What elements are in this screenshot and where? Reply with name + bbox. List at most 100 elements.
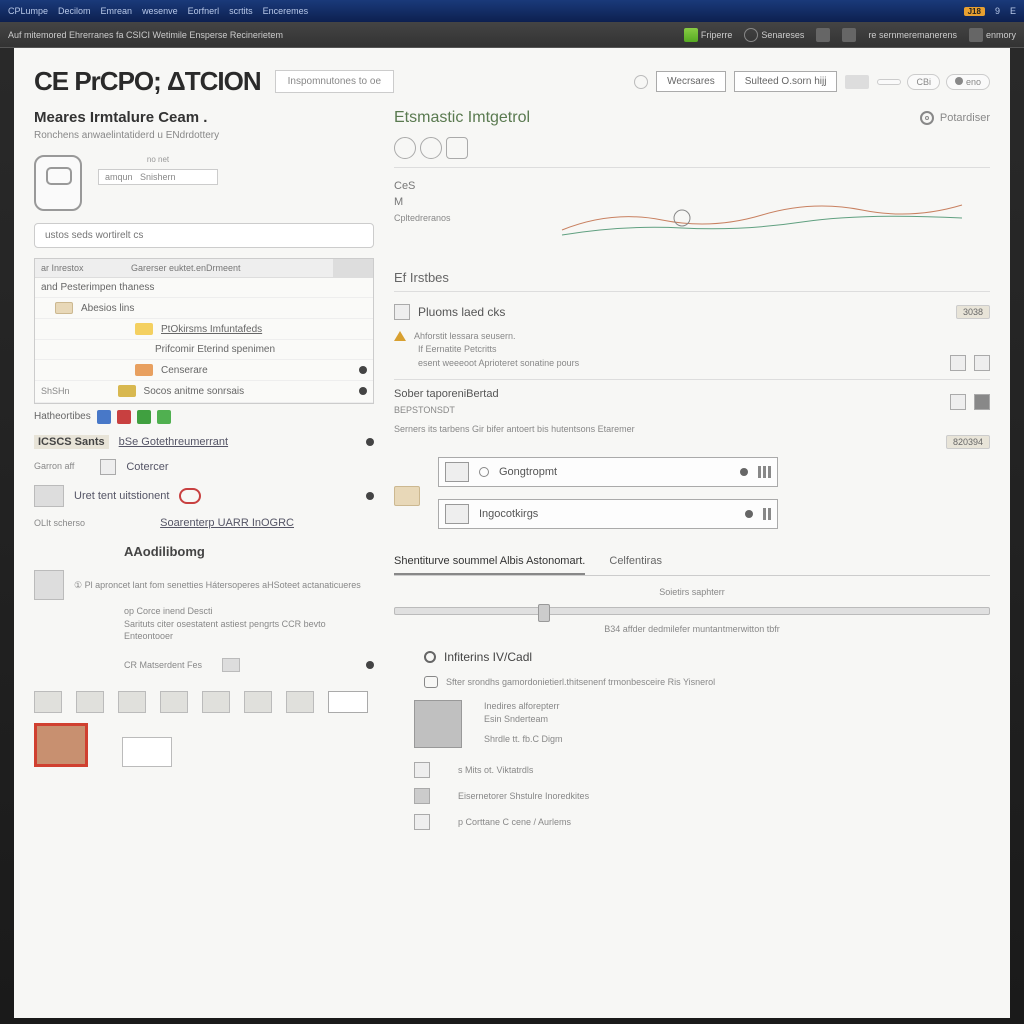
status-dot-icon [359, 387, 367, 395]
highlighted-thumb[interactable] [34, 723, 88, 767]
category-sub: Cpltedreranos [394, 212, 514, 225]
gear-icon[interactable] [920, 111, 934, 125]
topbar-item[interactable]: Enceremes [263, 6, 309, 16]
category-label: CeS [394, 180, 514, 192]
topbar-status: E [1010, 6, 1016, 16]
left-subtitle: Ronchens anwaelintatiderd u ENdrdottery [34, 130, 374, 141]
list-row[interactable]: PtOkirsms Imfuntafeds [35, 319, 373, 340]
category-label: M [394, 196, 514, 208]
text-line: Inedires alforepterr [484, 700, 563, 713]
thumb-icon[interactable] [202, 691, 230, 713]
item-listbox: ar Inrestox Garerser euktet.enDrmeent an… [34, 258, 374, 404]
field-label: no net [98, 155, 218, 164]
action-icon[interactable] [950, 355, 966, 371]
col-header: ar Inrestox [35, 259, 125, 277]
list-row[interactable]: Prifcomir Eterind spenimen [35, 340, 373, 360]
slider[interactable] [394, 607, 990, 615]
subbar-action[interactable]: Senareses [744, 28, 804, 42]
toggle-icon[interactable] [634, 75, 648, 89]
thumb-icon[interactable] [244, 691, 272, 713]
link-row[interactable]: Uret tent uitstionent [34, 480, 374, 512]
thumbnail-icon [34, 485, 64, 507]
option-row[interactable]: Ingocotkirgs [438, 499, 778, 529]
thumb-icon[interactable] [76, 691, 104, 713]
warning-icon [394, 331, 406, 341]
pill-group: CBi eno [877, 74, 990, 90]
subbar-action[interactable] [816, 28, 830, 42]
action-icon[interactable] [974, 355, 990, 371]
search-input[interactable] [34, 223, 374, 248]
list-row[interactable]: Abesios lins [35, 298, 373, 319]
pill[interactable]: CBi [907, 74, 940, 90]
status-dot-icon [366, 438, 374, 446]
text-line: op Corce inend Descti [124, 605, 374, 618]
topbar-status: 9 [995, 6, 1000, 16]
top-menubar: CPLumpe Decilom Emrean wesenve Eorfnerl … [0, 0, 1024, 22]
badge-icon[interactable] [97, 410, 111, 424]
thumb-icon[interactable] [328, 691, 368, 713]
topbar-item[interactable]: CPLumpe [8, 6, 48, 16]
right-column: Etsmastic Imtgetrol Potardiser CeS M Cpl… [394, 109, 990, 830]
header-tab[interactable]: Inspomnutones to oe [275, 70, 394, 93]
camera-icon [34, 155, 82, 211]
thumb-icon[interactable] [34, 691, 62, 713]
text-row[interactable]: CR Matserdent Fes [34, 653, 374, 677]
breadcrumb-bar: Auf mitemored Ehrerranes fa CSICI Wetimi… [0, 22, 1024, 48]
camera-value-input[interactable] [98, 169, 218, 185]
header-button-1[interactable]: Wecrsares [656, 71, 726, 92]
subbar-action[interactable] [842, 28, 856, 42]
list-item[interactable]: p Corttane C cene / Aurlems [394, 814, 990, 830]
tab[interactable]: Celfentiras [609, 549, 662, 575]
warning-row: Ahforstit lessara seusern. [394, 330, 990, 343]
topbar-item[interactable]: Decilom [58, 6, 91, 16]
swatch-icon [394, 486, 420, 506]
page-header: CE PrCPO; ΔTCION Inspomnutones to oe Wec… [34, 66, 990, 97]
status-dot-icon [359, 366, 367, 374]
thumb-icon[interactable] [286, 691, 314, 713]
description: Serners its tarbens Gir bifer antoert bi… [394, 423, 990, 436]
topbar-item[interactable]: wesenve [142, 6, 178, 16]
option-icon [445, 504, 469, 524]
swatch-icon [118, 385, 136, 397]
topbar-item[interactable]: Eorfnerl [188, 6, 220, 16]
tab[interactable]: Shentiturve soummel Albis Astonomart. [394, 549, 585, 575]
subbar-action[interactable]: Friperre [684, 28, 733, 42]
option-row[interactable]: Gongtropmt [438, 457, 778, 487]
thumb-detail: Inedires alforepterr Esin Snderteam Shrd… [394, 700, 990, 748]
notification-badge[interactable]: J18 [964, 7, 985, 16]
speech-icon [424, 676, 438, 688]
badge-icon[interactable] [137, 410, 151, 424]
settings-link[interactable]: Potardiser [940, 112, 990, 124]
thumbnail-strip [34, 691, 374, 713]
data-row[interactable]: Pluoms laed cks 3038 [394, 304, 990, 320]
list-row[interactable]: and Pesterimpen thaness [35, 278, 373, 298]
bullet-row: Infiterins IV/Cadl [394, 650, 990, 664]
header-button-2[interactable]: Sulteed O.sorn hijj [734, 71, 838, 92]
topbar-item[interactable]: scrtits [229, 6, 253, 16]
link-row[interactable]: ICSCS SantsbSe Gotethreumerrant [34, 430, 374, 454]
status-dot-icon [366, 492, 374, 500]
list-item[interactable]: s Mits ot. Viktatrdls [394, 762, 990, 778]
subbar-action[interactable]: re sernmeremanerens [868, 30, 957, 40]
link-row[interactable]: Garron affCotercer [34, 454, 374, 480]
large-thumbnail[interactable] [414, 700, 462, 748]
pill[interactable]: eno [946, 74, 990, 90]
badge-icon[interactable] [157, 410, 171, 424]
action-icon[interactable] [974, 394, 990, 410]
list-item[interactable]: Eisernetorer Shstulre Inoredkites [394, 788, 990, 804]
pill[interactable] [877, 79, 901, 85]
badge-icon[interactable] [117, 410, 131, 424]
thumb-icon[interactable] [118, 691, 146, 713]
thumb-icon[interactable] [122, 737, 172, 767]
subbar-action[interactable]: enmory [969, 28, 1016, 42]
radio-icon[interactable] [479, 467, 489, 477]
badges-label: Hatheortibes [34, 411, 91, 422]
list-row[interactable]: ShSHnSocos anitme sonrsais [35, 381, 373, 403]
topbar-item[interactable]: Emrean [101, 6, 133, 16]
badge-row: Hatheortibes [34, 404, 374, 430]
link-row[interactable]: OLIt schersoSoarenterp UARR InOGRC [34, 512, 374, 535]
placeholder-chip [845, 75, 869, 89]
action-icon[interactable] [950, 394, 966, 410]
thumb-icon[interactable] [160, 691, 188, 713]
list-row[interactable]: Censerare [35, 360, 373, 381]
